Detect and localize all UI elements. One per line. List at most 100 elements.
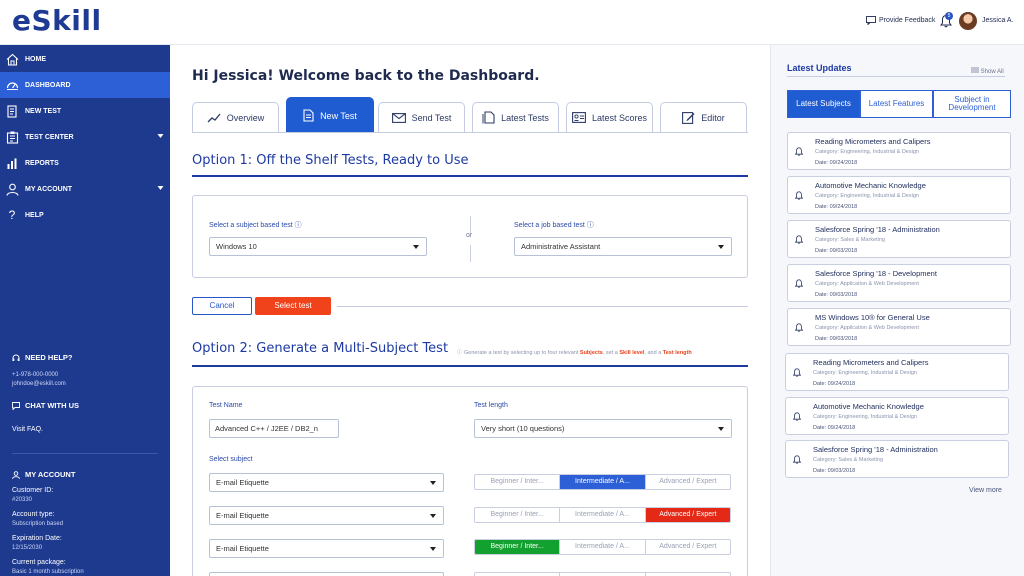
show-all-link[interactable]: Show All (971, 67, 1004, 75)
select-test-button[interactable]: Select test (255, 297, 331, 315)
tab-editor[interactable]: Editor (660, 102, 747, 132)
tab-latest-tests[interactable]: Latest Tests (472, 102, 559, 132)
update-card[interactable]: Reading Micrometers and Calipers Category… (785, 353, 1009, 391)
dropdown-arrow-icon (430, 481, 436, 485)
job-test-select[interactable]: Administrative Assistant (514, 237, 732, 256)
package-value: Basic 1 month subscription (12, 569, 84, 575)
sidebar-item-new-test[interactable]: NEW TEST (0, 98, 170, 124)
update-title: Automotive Mechanic Knowledge (815, 181, 926, 190)
feedback-icon (866, 16, 876, 25)
notification-badge: 5 (945, 12, 953, 20)
select-subject-label: Select subject (209, 456, 253, 463)
tab-label: Latest Tests (501, 112, 549, 123)
update-title: Reading Micrometers and Calipers (813, 358, 929, 367)
subject-select-4[interactable] (209, 572, 444, 576)
account-title: MY ACCOUNT (25, 470, 76, 479)
update-title: MS Windows 10® for General Use (815, 313, 930, 322)
sidebar-item-my-account[interactable]: MY ACCOUNT (0, 176, 170, 202)
update-card[interactable]: Salesforce Spring '18 - Administration Ca… (785, 440, 1009, 478)
test-name-input[interactable]: Advanced C++ / J2EE / DB2_n (209, 419, 339, 438)
subject-select-1[interactable]: E-mail Etiquette (209, 473, 444, 492)
cancel-button[interactable]: Cancel (192, 297, 252, 315)
expiration-value: 12/15/2030 (12, 545, 43, 551)
avatar[interactable] (959, 12, 977, 30)
update-card[interactable]: Salesforce Spring '18 - Administration Ca… (787, 220, 1011, 258)
support-phone[interactable]: +1-978-000-0000 (12, 372, 58, 378)
my-account-heading: MY ACCOUNT (12, 470, 75, 479)
reports-icon (5, 156, 19, 170)
subject-select-3[interactable]: E-mail Etiquette (209, 539, 444, 558)
skill-level-selector-4 (474, 572, 731, 576)
sidebar-item-label: TEST CENTER (25, 133, 74, 141)
option1-panel: Select a subject based test ⓘ Windows 10… (192, 195, 748, 278)
sidebar-item-label: HELP (25, 211, 44, 219)
chat-label: CHAT WITH US (25, 401, 80, 410)
skill-option-beginner[interactable]: Beginner / Inter... (475, 540, 561, 554)
list-icon (971, 67, 979, 73)
skill-option-intermediate[interactable]: Intermediate / A... (560, 475, 646, 489)
sidebar-item-test-center[interactable]: TEST CENTER (0, 124, 170, 150)
subject-test-value: Windows 10 (216, 242, 257, 251)
bell-icon (793, 368, 801, 377)
user-name[interactable]: Jessica A. (982, 17, 1014, 24)
tab-subject-in-development[interactable]: Subject in Development (933, 90, 1011, 118)
tab-overview[interactable]: Overview (192, 102, 279, 132)
sidebar-item-help[interactable]: ? HELP (0, 202, 170, 228)
sidebar-item-reports[interactable]: REPORTS (0, 150, 170, 176)
skill-option-advanced[interactable]: Advanced / Expert (646, 540, 730, 554)
test-length-select[interactable]: Very short (10 questions) (474, 419, 732, 438)
dropdown-arrow-icon (430, 514, 436, 518)
top-bar: eSkill Provide Feedback 5 Jessica A. (0, 0, 1024, 45)
update-title: Salesforce Spring '18 - Administration (815, 225, 940, 234)
chat-with-us-link[interactable]: CHAT WITH US (12, 401, 79, 410)
tab-latest-scores[interactable]: Latest Scores (566, 102, 653, 132)
update-card[interactable]: Automotive Mechanic Knowledge Category: E… (785, 397, 1009, 435)
provide-feedback-link[interactable]: Provide Feedback (866, 16, 935, 25)
update-card[interactable]: Automotive Mechanic Knowledge Category: E… (787, 176, 1011, 214)
update-date: Date: 09/03/2018 (815, 248, 858, 254)
update-category: Category: Engineering, Industrial & Desi… (813, 414, 917, 420)
main-content: Hi Jessica! Welcome back to the Dashboar… (170, 45, 770, 576)
sidebar-item-dashboard[interactable]: DASHBOARD (0, 72, 170, 98)
tab-new-test[interactable]: New Test (286, 97, 374, 133)
skill-option-advanced[interactable]: Advanced / Expert (646, 475, 730, 489)
test-name-label: Test Name (209, 402, 243, 409)
view-more-link[interactable]: View more (969, 487, 1002, 494)
envelope-icon (391, 112, 406, 123)
dropdown-arrow-icon (718, 245, 724, 249)
need-help-label: NEED HELP? (25, 353, 73, 362)
bell-icon (795, 147, 803, 156)
user-icon (5, 182, 19, 196)
skill-option-beginner[interactable]: Beginner / Inter... (475, 508, 561, 522)
test-length-label: Test length (474, 402, 508, 409)
update-title: Automotive Mechanic Knowledge (813, 402, 924, 411)
skill-option-advanced[interactable]: Advanced / Expert (645, 508, 730, 522)
update-card[interactable]: MS Windows 10® for General Use Category: … (787, 308, 1011, 346)
tab-latest-subjects[interactable]: Latest Subjects (787, 90, 860, 118)
subject-select-2[interactable]: E-mail Etiquette (209, 506, 444, 525)
logo[interactable]: eSkill (12, 4, 102, 37)
job-test-value: Administrative Assistant (521, 242, 601, 251)
visit-faq-link[interactable]: Visit FAQ. (12, 426, 43, 433)
show-all-label: Show All (980, 69, 1004, 75)
chart-line-icon (207, 113, 221, 122)
sidebar-item-label: DASHBOARD (25, 81, 71, 89)
bell-icon (795, 191, 803, 200)
support-email[interactable]: johndoe@eskill.com (12, 381, 66, 387)
update-card[interactable]: Salesforce Spring '18 - Development Categ… (787, 264, 1011, 302)
sidebar-item-home[interactable]: HOME (0, 46, 170, 72)
update-card[interactable]: Reading Micrometers and Calipers Category… (787, 132, 1011, 170)
skill-option-beginner[interactable]: Beginner / Inter... (475, 475, 561, 489)
skill-option-intermediate[interactable]: Intermediate / A... (560, 508, 646, 522)
option2-hint: ⓘ Generate a test by selecting up to fou… (457, 350, 692, 356)
tab-label: New Test (320, 110, 357, 121)
skill-option-intermediate[interactable]: Intermediate / A... (560, 540, 646, 554)
expiration-label: Expiration Date: (12, 535, 62, 542)
tab-label: Editor (701, 112, 725, 123)
update-title: Salesforce Spring '18 - Administration (813, 445, 938, 454)
tab-latest-features[interactable]: Latest Features (860, 90, 933, 118)
subject-test-select[interactable]: Windows 10 (209, 237, 427, 256)
test-length-value: Very short (10 questions) (481, 424, 565, 433)
tab-send-test[interactable]: Send Test (378, 102, 465, 132)
update-title: Reading Micrometers and Calipers (815, 137, 931, 146)
